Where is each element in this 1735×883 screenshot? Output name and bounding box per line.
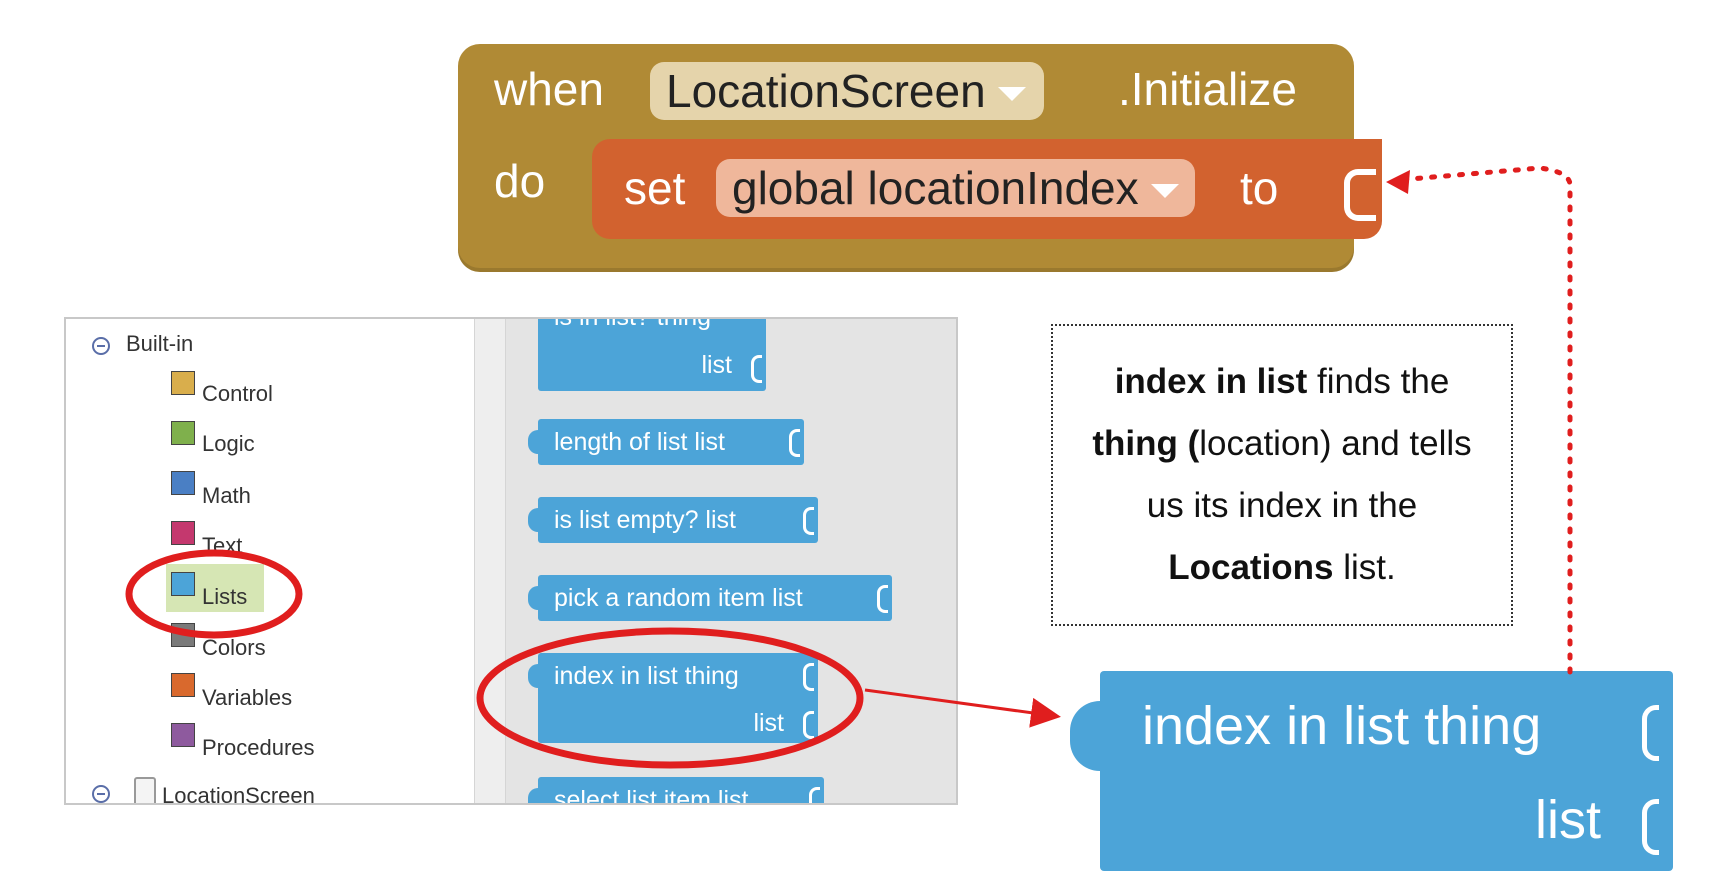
socket-icon [877, 585, 888, 613]
category-lists-selected[interactable]: Lists [166, 564, 264, 612]
block-notch [528, 586, 538, 610]
block-label: pick a random item list [554, 584, 803, 612]
category-label: Logic [202, 431, 255, 456]
set-keyword: set [624, 162, 686, 214]
socket-icon [789, 429, 800, 457]
socket-icon [751, 355, 762, 383]
category-label: Lists [202, 584, 248, 609]
screen-icon [134, 777, 156, 803]
list-socket-icon [1642, 799, 1659, 855]
component-dropdown-label: LocationScreen [666, 65, 986, 117]
blocks-editor-panel: Built-in Control Logic Math Text Lists C… [64, 317, 958, 805]
block-notch [528, 788, 538, 803]
is-list-empty-block[interactable]: is list empty? list [528, 497, 818, 543]
component-dropdown[interactable]: LocationScreen [650, 62, 1044, 120]
note-line-1: index in list finds the [1114, 362, 1450, 401]
block-notch [528, 508, 538, 532]
note-line-4: Locations list. [1168, 548, 1396, 587]
socket-icon [809, 787, 820, 803]
lists-swatch-icon [171, 572, 195, 596]
block-label-2: list [753, 709, 784, 737]
zoomed-block-label-2: list [1535, 790, 1601, 850]
dotted-arrow-head [1386, 170, 1410, 194]
tree-scrollbar[interactable] [474, 319, 506, 803]
when-initialize-event-block[interactable]: when LocationScreen .Initialize do set g… [458, 44, 1382, 272]
screen-label[interactable]: LocationScreen [162, 783, 315, 803]
block-notch [528, 430, 538, 454]
blocks-tree: Built-in Control Logic Math Text Lists C… [66, 319, 474, 803]
block-label: length of list list [554, 428, 725, 456]
select-list-item-block[interactable]: select list item list [528, 777, 824, 805]
socket-icon [803, 507, 814, 535]
category-label: Procedures [202, 735, 315, 760]
collapse-screen-icon[interactable] [92, 785, 110, 803]
chevron-down-icon [1150, 184, 1179, 198]
event-name: .Initialize [1118, 63, 1297, 115]
block-label: select list item list [554, 786, 749, 805]
value-socket[interactable] [1344, 169, 1376, 221]
colors-swatch-icon [171, 623, 195, 647]
lists-flyout: is in list? thing list length of list li… [506, 319, 956, 803]
category-label: Colors [202, 635, 266, 660]
block-label-2: list [701, 351, 732, 379]
category-label: Variables [202, 685, 293, 710]
category-label: Math [202, 483, 251, 508]
is-in-list-block[interactable]: is in list? thing list [538, 317, 766, 391]
length-of-list-block[interactable]: length of list list [528, 419, 804, 465]
to-keyword: to [1240, 162, 1279, 214]
index-in-list-block-zoomed: index in list thing list [1070, 671, 1673, 871]
do-keyword: do [494, 155, 546, 207]
set-variable-block[interactable]: set global locationIndex to [592, 139, 1382, 239]
variables-swatch-icon [171, 673, 195, 697]
text-swatch-icon [171, 521, 195, 545]
thing-socket-icon [1642, 705, 1659, 761]
control-swatch-icon [171, 371, 195, 395]
block-notch [1070, 701, 1100, 771]
category-label: Control [202, 381, 273, 406]
procedures-swatch-icon [171, 723, 195, 747]
builtin-label[interactable]: Built-in [126, 331, 193, 357]
note-line-2: thing (location) and tells [1092, 424, 1472, 463]
block-label: index in list thing [554, 662, 739, 690]
annotation-note: index in list finds the thing (location)… [1051, 324, 1513, 626]
variable-dropdown[interactable]: global locationIndex [716, 159, 1195, 217]
pick-random-item-block[interactable]: pick a random item list [528, 575, 892, 621]
zoomed-block-label: index in list thing [1142, 696, 1542, 756]
socket-icon [803, 711, 814, 739]
note-line-3: us its index in the [1146, 486, 1418, 525]
socket-icon [803, 663, 814, 691]
collapse-builtin-icon[interactable] [92, 337, 110, 355]
block-label: is in list? thing [554, 317, 712, 331]
when-keyword: when [494, 63, 604, 115]
variable-dropdown-label: global locationIndex [732, 162, 1139, 214]
logic-swatch-icon [171, 421, 195, 445]
block-notch [528, 664, 538, 688]
chevron-down-icon [997, 87, 1026, 101]
index-in-list-block[interactable]: index in list thing list [528, 653, 818, 743]
block-label: is list empty? list [554, 506, 736, 534]
category-label: Text [202, 533, 243, 558]
math-swatch-icon [171, 471, 195, 495]
